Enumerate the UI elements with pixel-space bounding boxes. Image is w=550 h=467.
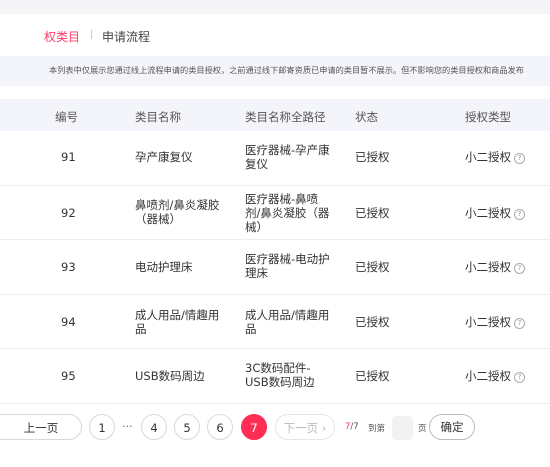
row-category-path: 医疗器械-孕产康复仪: [245, 143, 330, 171]
page-button-6[interactable]: 6: [207, 414, 233, 440]
row-category-name: USB数码周边: [135, 369, 205, 383]
page-ellipsis: ···: [122, 420, 133, 433]
help-icon[interactable]: ?: [514, 263, 525, 274]
confirm-button[interactable]: 确定: [429, 414, 475, 440]
row-category-path: 医疗器械-鼻喷剂/鼻炎凝胶（器械）: [245, 192, 330, 234]
goto-label: 到第: [368, 424, 386, 434]
tab-divider: [91, 30, 92, 39]
row-category-path: 成人用品/情趣用品: [245, 308, 330, 336]
page-button-5[interactable]: 5: [174, 414, 200, 440]
row-status: 已授权: [355, 315, 390, 329]
row-category-path: 医疗器械-电动护理床: [245, 252, 330, 280]
row-status: 已授权: [355, 369, 390, 383]
row-auth-type: 小二授权?: [465, 150, 525, 164]
help-icon[interactable]: ?: [514, 318, 525, 329]
row-id: 92: [61, 206, 76, 220]
page-button-4[interactable]: 4: [141, 414, 167, 440]
row-status: 已授权: [355, 260, 390, 274]
help-icon[interactable]: ?: [514, 372, 525, 383]
next-page-button[interactable]: 下一页 ›: [275, 414, 335, 440]
row-auth-type: 小二授权?: [465, 369, 525, 383]
page-unit-label: 页: [418, 424, 427, 434]
header-status: 状态: [355, 110, 378, 124]
table-row: 93 电动护理床 医疗器械-电动护理床 已授权 小二授权?: [0, 240, 550, 295]
header-auth-type: 授权类型: [465, 110, 511, 124]
page-button-7[interactable]: 7: [241, 414, 267, 440]
row-category-name: 电动护理床: [135, 260, 193, 274]
help-icon[interactable]: ?: [514, 153, 525, 164]
table-row: 95 USB数码周边 3C数码配件-USB数码周边 已授权 小二授权?: [0, 349, 550, 404]
row-category-name: 成人用品/情趣用品: [135, 308, 220, 336]
table-row: 91 孕产康复仪 医疗器械-孕产康复仪 已授权 小二授权?: [0, 131, 550, 186]
top-bar: [0, 0, 550, 14]
row-auth-type: 小二授权?: [465, 206, 525, 220]
header-category-name: 类目名称: [135, 110, 181, 124]
row-category-name: 孕产康复仪: [135, 150, 193, 164]
row-auth-type: 小二授权?: [465, 315, 525, 329]
row-status: 已授权: [355, 206, 390, 220]
goto-page-input[interactable]: [392, 416, 413, 440]
row-id: 94: [61, 315, 76, 329]
info-notice: 本列表中仅展示您通过线上流程申请的类目授权，之前通过线下邮寄资质已申请的类目暂不…: [0, 56, 550, 86]
notice-text: 本列表中仅展示您通过线上流程申请的类目授权，之前通过线下邮寄资质已申请的类目暂不…: [49, 65, 524, 75]
page-button-1[interactable]: 1: [89, 414, 115, 440]
category-table: 编号 类目名称 类目名称全路径 状态 授权类型 91 孕产康复仪 医疗器械-孕产…: [0, 99, 550, 404]
tab-apply-process[interactable]: 申请流程: [102, 28, 150, 45]
row-category-name: 鼻喷剂/鼻炎凝胶（器械）: [135, 198, 220, 226]
header-category-path: 类目名称全路径: [245, 110, 326, 124]
row-auth-type: 小二授权?: [465, 260, 525, 274]
page-count: 7/7: [345, 422, 359, 432]
help-icon[interactable]: ?: [514, 209, 525, 220]
header-id: 编号: [55, 110, 78, 124]
prev-page-button[interactable]: 上一页: [0, 414, 82, 440]
table-row: 92 鼻喷剂/鼻炎凝胶（器械） 医疗器械-鼻喷剂/鼻炎凝胶（器械） 已授权 小二…: [0, 186, 550, 240]
row-category-path: 3C数码配件-USB数码周边: [245, 361, 315, 389]
row-status: 已授权: [355, 150, 390, 164]
row-id: 95: [61, 369, 76, 383]
tab-bar: 权类目 申请流程: [0, 24, 550, 50]
tab-category-auth[interactable]: 权类目: [44, 28, 80, 45]
pagination: 上一页 1 ··· 4 5 6 7 下一页 › 7/7 到第 页 确定: [0, 414, 550, 444]
row-id: 93: [61, 260, 76, 274]
row-id: 91: [61, 150, 76, 164]
table-row: 94 成人用品/情趣用品 成人用品/情趣用品 已授权 小二授权?: [0, 295, 550, 349]
table-header: 编号 类目名称 类目名称全路径 状态 授权类型: [0, 99, 550, 131]
